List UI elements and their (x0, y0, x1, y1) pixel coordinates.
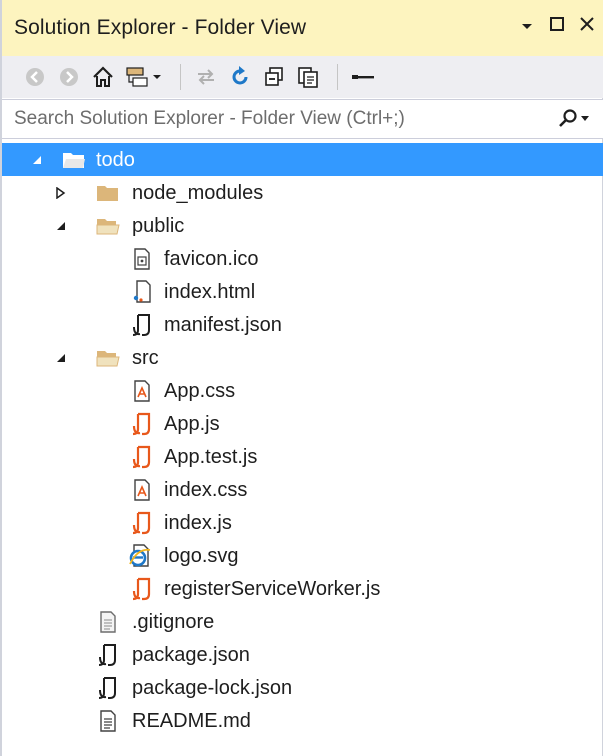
json-file-icon (96, 676, 120, 700)
folder-open-icon (96, 214, 120, 238)
forward-arrow-icon (60, 68, 78, 86)
tree-item-logo-svg[interactable]: logo.svg (2, 539, 603, 572)
folder-open-icon (96, 346, 120, 370)
window-title: Solution Explorer - Folder View (14, 16, 307, 39)
tree-item-label: src (132, 347, 159, 369)
tree-item-package-json[interactable]: package.json (2, 638, 603, 671)
tree-item-label: public (132, 215, 185, 237)
window-position-dropdown-icon[interactable] (519, 15, 535, 36)
show-all-files-button[interactable] (293, 62, 323, 92)
tree-item-favicon[interactable]: favicon.ico (2, 242, 603, 275)
text-file-icon (96, 610, 120, 634)
js-file-icon (130, 577, 154, 601)
tree-item-label: index.js (164, 512, 232, 534)
properties-button[interactable] (348, 62, 378, 92)
tree-item-label: index.html (164, 281, 256, 303)
js-file-icon (130, 445, 154, 469)
refresh-button[interactable] (225, 62, 255, 92)
solution-tree: todo node_modules public favicon.ico ind… (2, 143, 603, 737)
tree-item-node-modules[interactable]: node_modules (2, 176, 603, 209)
show-all-files-icon (298, 67, 318, 88)
svg-ie-file-icon (128, 544, 152, 568)
json-file-icon (130, 313, 154, 337)
switch-views-button[interactable] (122, 62, 166, 92)
tree-item-index-css[interactable]: index.css (2, 473, 603, 506)
toolbar-separator (337, 64, 338, 90)
collapsed-arrow-icon[interactable] (52, 176, 70, 209)
tree-item-package-lock-json[interactable]: package-lock.json (2, 671, 603, 704)
title-controls (519, 15, 595, 36)
close-icon[interactable] (579, 15, 595, 36)
tree-item-label: logo.svg (164, 545, 239, 567)
refresh-icon (232, 66, 248, 85)
home-icon (93, 66, 113, 87)
toolbar-separator (180, 64, 181, 90)
folder-icon (96, 181, 120, 205)
sync-arrows-icon (198, 69, 214, 85)
tree-item-label: registerServiceWorker.js (164, 578, 381, 600)
markdown-file-icon (96, 709, 120, 733)
switch-views-icon (126, 67, 161, 87)
tree-item-label: .gitignore (132, 611, 215, 633)
solution-explorer-window: Solution Explorer - Folder View Search S… (0, 0, 603, 756)
expanded-arrow-icon[interactable] (52, 209, 70, 242)
search-input[interactable] (14, 106, 534, 132)
tree-item-label: App.js (164, 413, 220, 435)
tree-item-label: package-lock.json (132, 677, 293, 699)
tree-item-label: App.test.js (164, 446, 258, 468)
js-file-icon (130, 511, 154, 535)
tree-item-app-js[interactable]: App.js (2, 407, 603, 440)
tree-item-readme-md[interactable]: README.md (2, 704, 603, 737)
tree-item-index-html[interactable]: index.html (2, 275, 603, 308)
home-button[interactable] (88, 62, 118, 92)
collapse-all-icon (265, 67, 283, 86)
tree-item-label: App.css (164, 380, 236, 402)
tree-item-manifest-json[interactable]: manifest.json (2, 308, 603, 341)
folder-open-icon (62, 148, 86, 172)
tree-item-register-service-worker-js[interactable]: registerServiceWorker.js (2, 572, 603, 605)
tree-item-label: manifest.json (164, 314, 282, 336)
forward-button[interactable] (54, 62, 84, 92)
tree-item-app-test-js[interactable]: App.test.js (2, 440, 603, 473)
toolbar (2, 56, 603, 98)
js-file-icon (130, 412, 154, 436)
back-arrow-icon (26, 68, 44, 86)
search-bar (2, 99, 603, 139)
search-options-dropdown-icon (581, 116, 589, 121)
tree-item-todo[interactable]: todo (2, 143, 603, 176)
collapse-all-button[interactable] (259, 62, 289, 92)
html-file-icon (130, 280, 154, 304)
tree-item-app-css[interactable]: App.css (2, 374, 603, 407)
expanded-arrow-icon[interactable] (28, 143, 46, 176)
sync-with-active-document-button[interactable] (191, 62, 221, 92)
tree-item-src[interactable]: src (2, 341, 603, 374)
expanded-arrow-icon[interactable] (52, 341, 70, 374)
tree-item-gitignore[interactable]: .gitignore (2, 605, 603, 638)
tree-item-label: index.css (164, 479, 248, 501)
css-file-icon (130, 379, 154, 403)
tree-item-label: README.md (132, 710, 251, 732)
tree-item-public[interactable]: public (2, 209, 603, 242)
tree-item-label: favicon.ico (164, 248, 259, 270)
search-icon (559, 109, 577, 127)
title-bar: Solution Explorer - Folder View (2, 0, 603, 56)
maximize-icon[interactable] (549, 15, 565, 36)
tree-item-index-js[interactable]: index.js (2, 506, 603, 539)
properties-wrench-icon (352, 75, 374, 79)
tree-item-label: node_modules (132, 182, 264, 204)
back-button[interactable] (20, 62, 50, 92)
css-file-icon (130, 478, 154, 502)
search-button[interactable] (558, 109, 589, 129)
image-file-icon (130, 247, 154, 271)
tree-item-label: package.json (132, 644, 250, 666)
tree-item-label: todo (96, 149, 135, 171)
json-file-icon (96, 643, 120, 667)
